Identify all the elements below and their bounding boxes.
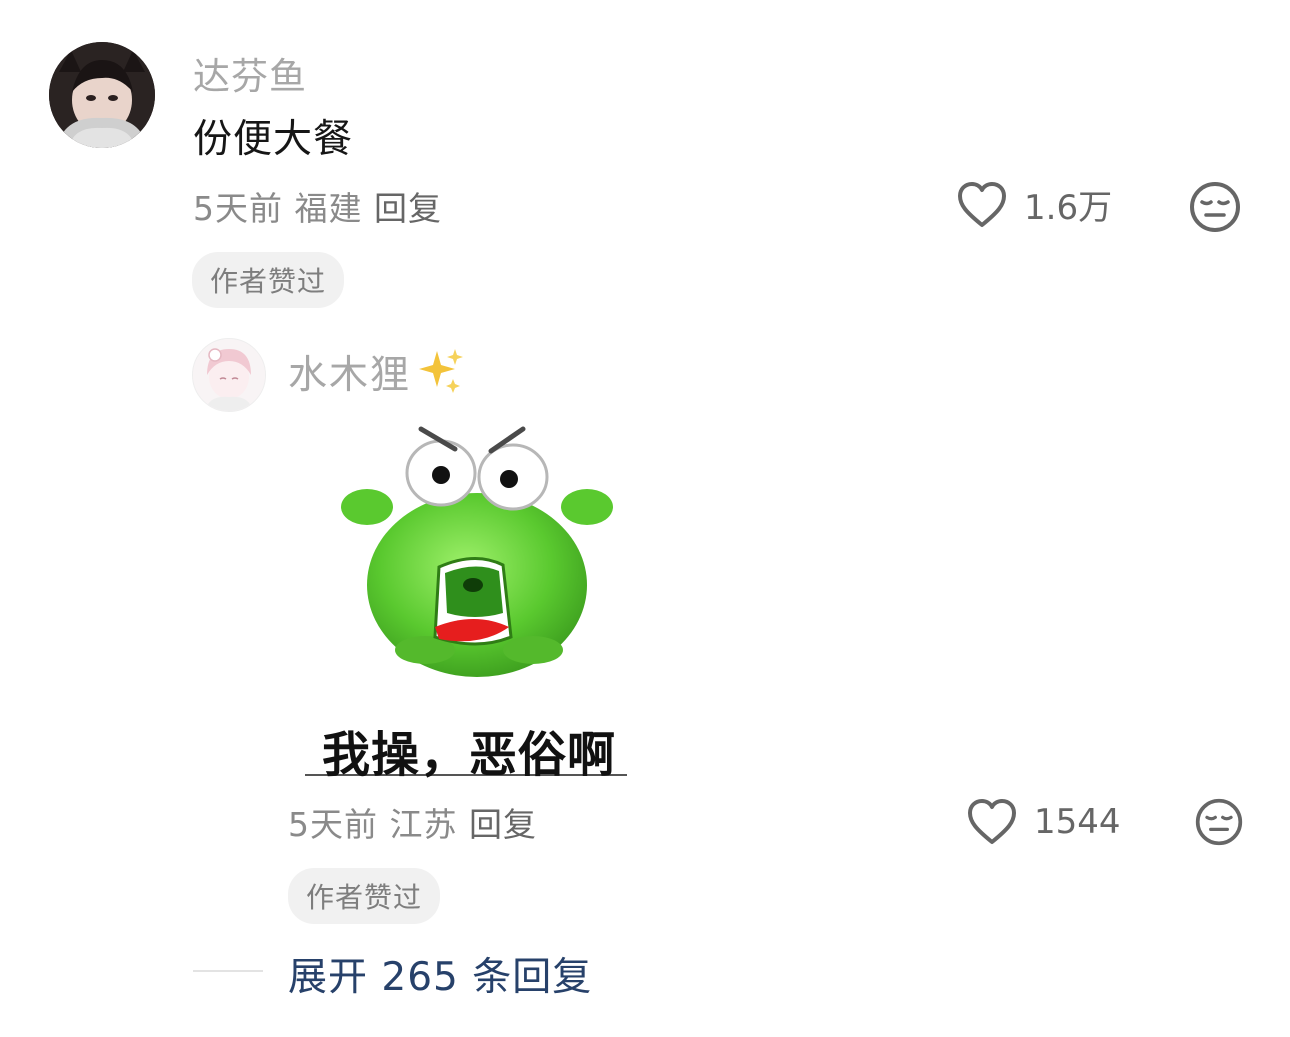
reply-username[interactable]: 水木狸 bbox=[288, 344, 411, 400]
comment-location: 福建 bbox=[294, 189, 363, 228]
reply-meta: 5天前 江苏 回复 bbox=[288, 798, 537, 846]
expand-replies-link[interactable]: 展开 265 条回复 bbox=[288, 946, 592, 1002]
comment-username[interactable]: 达芬鱼 bbox=[193, 46, 307, 100]
expand-divider bbox=[193, 970, 263, 972]
heart-outline-icon bbox=[958, 181, 1006, 227]
reply-avatar[interactable] bbox=[192, 338, 266, 412]
avatar-image bbox=[49, 42, 155, 148]
comment-text: 份便大餐 bbox=[193, 117, 354, 162]
reply-time: 5天前 bbox=[288, 805, 378, 844]
comment-time: 5天前 bbox=[193, 189, 283, 228]
like-button[interactable]: 1.6万 bbox=[956, 180, 1112, 229]
meh-face-icon[interactable] bbox=[1194, 797, 1244, 847]
meh-face-icon[interactable] bbox=[1188, 180, 1242, 234]
reply-username-row[interactable]: 水木狸 bbox=[288, 344, 467, 400]
sticker-caption: 我操，恶俗啊 bbox=[322, 727, 617, 783]
author-liked-badge: 作者赞过 bbox=[192, 252, 345, 308]
reply-avatar-image bbox=[193, 339, 265, 411]
comment-meta: 5天前 福建 回复 bbox=[193, 182, 442, 230]
avatar[interactable] bbox=[49, 42, 155, 148]
sparkles-icon bbox=[419, 349, 464, 393]
reply-like-button[interactable]: 1544 bbox=[966, 798, 1121, 846]
reply-author-liked-badge: 作者赞过 bbox=[288, 868, 441, 924]
reply-button[interactable]: 回复 bbox=[374, 189, 442, 228]
like-count: 1.6万 bbox=[1024, 188, 1113, 228]
reply-reply-button[interactable]: 回复 bbox=[469, 805, 537, 844]
reply-like-count: 1544 bbox=[1034, 802, 1121, 842]
heart-outline-icon bbox=[968, 799, 1016, 844]
reply-location: 江苏 bbox=[389, 805, 458, 844]
